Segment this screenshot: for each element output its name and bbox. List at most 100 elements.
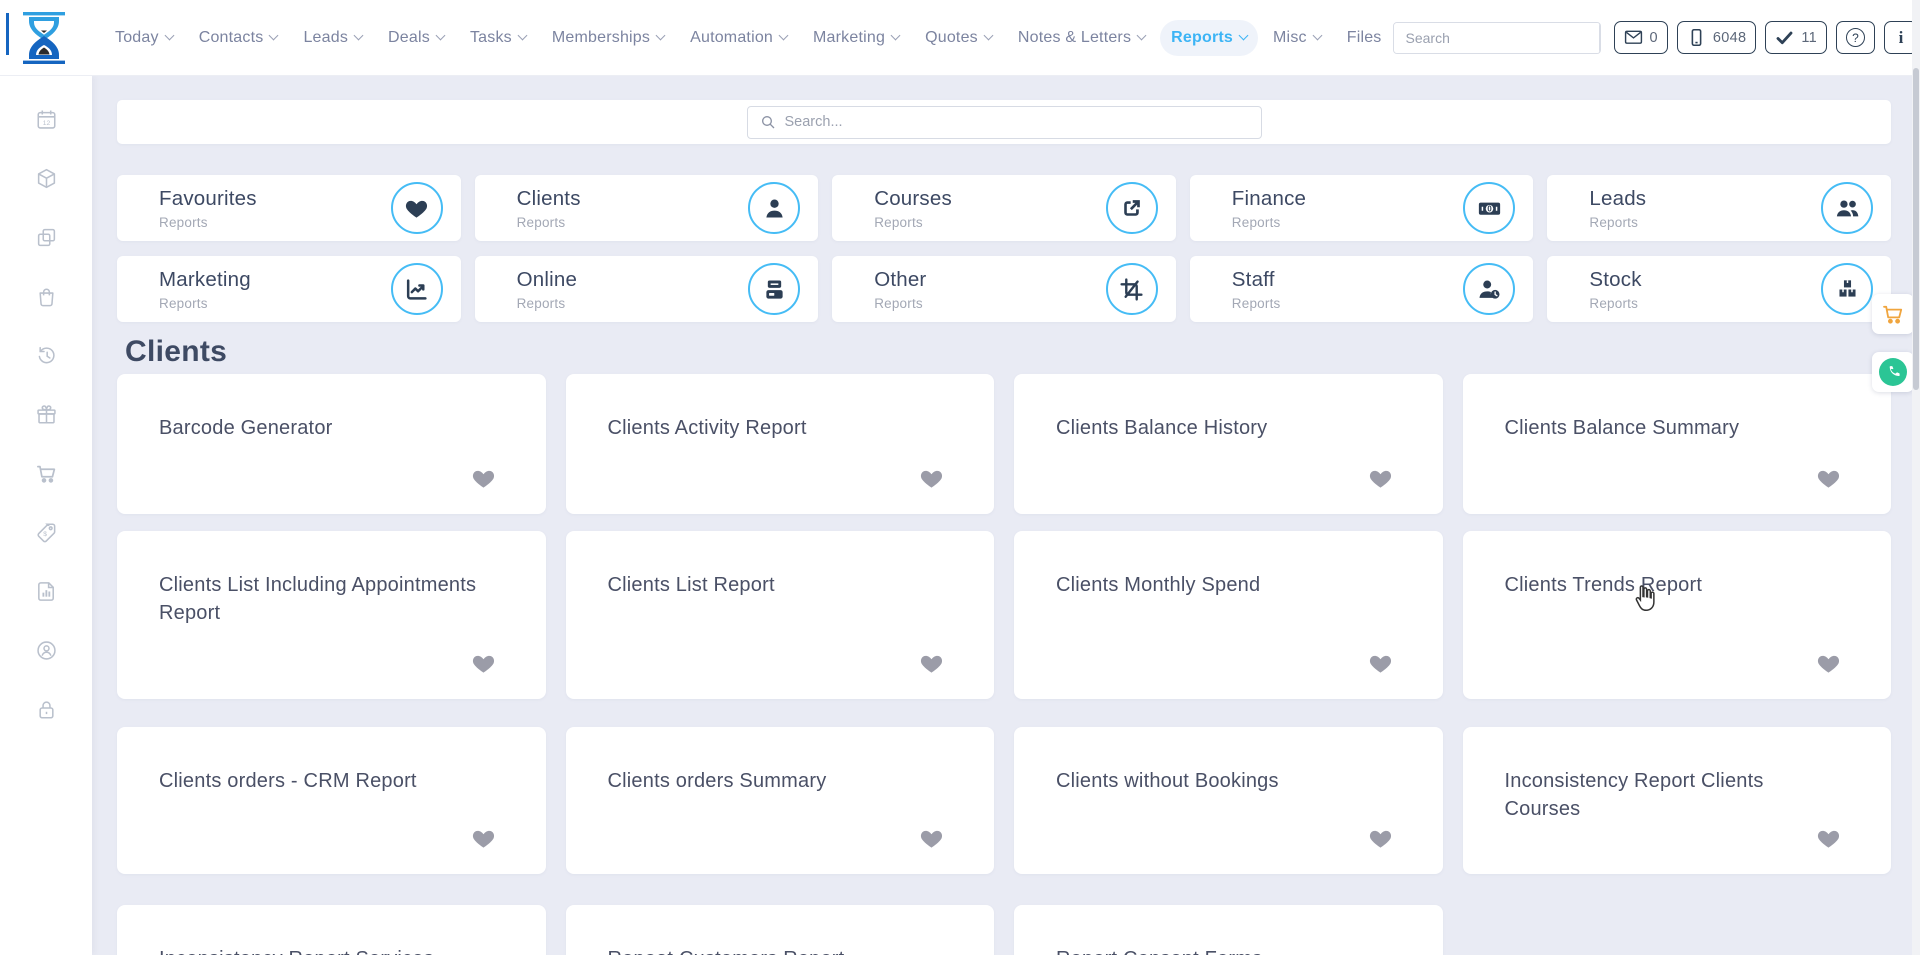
report-card-clients-monthly-spend[interactable]: Clients Monthly Spend [1014,531,1443,699]
topbar-search-input[interactable] [1394,23,1599,53]
favourite-heart-icon[interactable] [919,826,944,856]
report-categories: FavouritesReportsClientsReportsCoursesRe… [117,175,1891,322]
report-card-clients-activity-report[interactable]: Clients Activity Report [566,374,995,514]
favourite-heart-icon[interactable] [1816,826,1841,856]
nav-item-label: Quotes [925,29,978,47]
copy-icon[interactable] [35,226,58,249]
report-card-clients-orders-summary[interactable]: Clients orders Summary [566,727,995,874]
nav-item-automation[interactable]: Automation [679,20,798,56]
nav-item-label: Today [115,29,159,47]
messages-count: 0 [1650,30,1658,46]
help-button[interactable]: ? [1836,21,1875,54]
edge-accent [6,13,9,55]
favourite-heart-icon[interactable] [1368,466,1393,496]
report-title: Barcode Generator [159,414,482,442]
chevron-down-icon [354,31,364,41]
calendar-icon[interactable]: 12 [35,108,58,131]
scrollbar-thumb[interactable] [1913,68,1919,390]
app-logo[interactable] [20,10,68,66]
heart-icon [404,196,429,221]
report-card-clients-trends-report[interactable]: Clients Trends Report [1463,531,1892,699]
report-card-inconsistency-report-clients-courses[interactable]: Inconsistency Report Clients Courses [1463,727,1892,874]
nav-item-today[interactable]: Today [104,20,184,56]
report-file-icon[interactable] [35,580,58,603]
nav-item-notes-letters[interactable]: Notes & Letters [1007,20,1156,56]
favourite-heart-icon[interactable] [919,651,944,681]
favourite-heart-icon[interactable] [1368,826,1393,856]
nav-item-reports[interactable]: Reports [1160,20,1258,56]
report-card-clients-balance-history[interactable]: Clients Balance History [1014,374,1443,514]
report-card-inconsistency-report-services[interactable]: Inconsistency Report Services [117,905,546,955]
messages-button[interactable]: 0 [1614,21,1668,54]
history-icon[interactable] [35,344,58,367]
svg-text:$: $ [43,531,47,538]
report-card-barcode-generator[interactable]: Barcode Generator [117,374,546,514]
floating-basket-button[interactable] [1872,294,1914,334]
category-card-online[interactable]: OnlineReports [475,256,819,322]
nav-item-label: Reports [1171,29,1233,47]
nav-item-label: Misc [1273,29,1307,47]
report-card-clients-balance-summary[interactable]: Clients Balance Summary [1463,374,1892,514]
svg-text:12: 12 [42,120,50,127]
favourite-heart-icon[interactable] [1816,651,1841,681]
report-title: Clients orders - CRM Report [159,767,482,795]
lock-icon[interactable] [35,698,58,721]
chevron-down-icon [891,31,901,41]
nav-item-memberships[interactable]: Memberships [541,20,675,56]
category-card-leads[interactable]: LeadsReports [1547,175,1891,241]
reports-search-input[interactable] [785,114,1249,130]
report-card-repeat-customers-report[interactable]: Repeat Customers Report [566,905,995,955]
nav-item-leads[interactable]: Leads [292,20,373,56]
stock-boxes-icon [1835,277,1860,302]
favourite-heart-icon[interactable] [471,826,496,856]
nav-item-marketing[interactable]: Marketing [802,20,910,56]
category-card-marketing[interactable]: MarketingReports [117,256,461,322]
category-card-stock[interactable]: StockReports [1547,256,1891,322]
category-card-favourites[interactable]: FavouritesReports [117,175,461,241]
shopping-bag-icon[interactable] [35,285,58,308]
nav-item-quotes[interactable]: Quotes [914,20,1003,56]
floating-whatsapp-button[interactable] [1872,352,1914,392]
nav-item-contacts[interactable]: Contacts [188,20,289,56]
favourite-heart-icon[interactable] [471,651,496,681]
category-card-finance[interactable]: FinanceReports0 [1190,175,1534,241]
sms-button[interactable]: 6048 [1677,21,1756,54]
favourite-heart-icon[interactable] [919,466,944,496]
chevron-down-icon [164,31,174,41]
sidebar: 12 $ [0,76,92,955]
package-icon[interactable] [35,167,58,190]
nav-item-label: Marketing [813,29,885,47]
report-card-clients-list-report[interactable]: Clients List Report [566,531,995,699]
nav-item-deals[interactable]: Deals [377,20,455,56]
category-card-other[interactable]: OtherReports [832,256,1176,322]
report-card-clients-orders-crm-report[interactable]: Clients orders - CRM Report [117,727,546,874]
report-row: Inconsistency Report Services Repeat Cust… [117,905,1891,955]
category-card-clients[interactable]: ClientsReports [475,175,819,241]
report-card-clients-list-including-appointments-report[interactable]: Clients List Including Appointments Repo… [117,531,546,699]
report-card-report-consent-forms[interactable]: Report Consent Forms [1014,905,1443,955]
favourite-heart-icon[interactable] [1368,651,1393,681]
nav-item-label: Notes & Letters [1018,29,1131,47]
nav-item-misc[interactable]: Misc [1262,20,1332,56]
category-icon-circle [1821,263,1873,315]
gift-icon[interactable] [35,403,58,426]
category-icon-circle [1463,263,1515,315]
check-icon [1775,28,1794,47]
chevron-down-icon [1312,31,1322,41]
report-card-clients-without-bookings[interactable]: Clients without Bookings [1014,727,1443,874]
chevron-down-icon [436,31,446,41]
tasks-done-button[interactable]: 11 [1765,21,1827,54]
account-sync-icon[interactable] [35,639,58,662]
cart-icon[interactable] [35,462,58,485]
favourite-heart-icon[interactable] [471,466,496,496]
nav-item-tasks[interactable]: Tasks [459,20,537,56]
category-card-staff[interactable]: StaffReports [1190,256,1534,322]
favourite-heart-icon[interactable] [1816,466,1841,496]
nav-item-files[interactable]: Files [1336,20,1393,56]
category-card-courses[interactable]: CoursesReports [832,175,1176,241]
price-tag-icon[interactable]: $ [35,521,58,544]
scrollbar[interactable] [1912,0,1920,955]
search-icon[interactable] [1599,23,1601,53]
report-title: Clients Trends Report [1505,571,1828,599]
svg-text:0: 0 [1487,204,1492,213]
